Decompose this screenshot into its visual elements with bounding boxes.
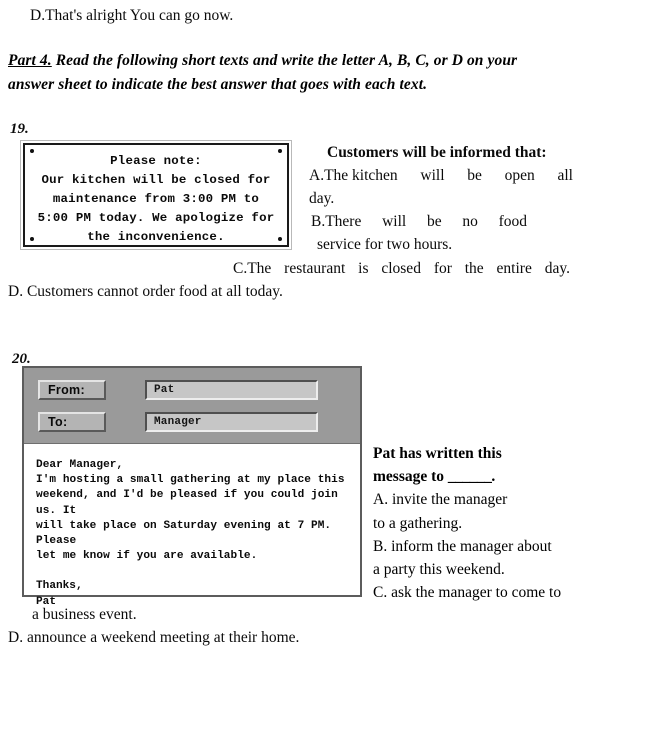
question-20-answer-column: Pat has written this message to ______. … [373,442,653,604]
part-4-text: Read the following short texts and write… [8,52,518,93]
question-19-option-b-line1: B.There will be no food [311,210,527,233]
question-20-option-d: D. announce a weekend meeting at their h… [8,629,300,646]
question-20-answer-blank: ______ [447,468,492,486]
option-c-word-1: restaurant [284,260,346,277]
corner-dot-bottom-right-icon [278,237,282,241]
question-20-option-a-line2: to a gathering. [373,514,463,532]
question-20-stem-line2: message to ______. [373,465,653,488]
question-20-stem-suffix: . [491,468,496,486]
email-from-label: From: [38,380,106,400]
email-message-mockup: From: Pat To: Manager Dear Manager, I'm … [22,366,362,608]
email-to-input[interactable]: Manager [145,412,318,432]
notice-sign-inner-frame: Please note: Our kitchen will be closed … [23,143,289,247]
option-c-word-6: entire [496,260,532,277]
notice-line-4: 5:00 PM today. We apologize for [37,211,275,225]
corner-dot-bottom-left-icon [30,237,34,241]
question-19-option-c: C.The restaurant is closed for the entir… [233,257,570,280]
question-19-option-a-line1: A.The kitchen will be open all [309,164,573,187]
part-4-instruction: Part 4. Read the following short texts a… [8,49,548,97]
option-a-word-0: A.The kitchen [309,167,398,184]
option-a-word-1: will [420,167,445,184]
option-c-word-4: for [433,260,452,277]
option-b-word-3: no [462,213,478,230]
question-20-option-c-line1: C. ask the manager to come to [373,584,562,602]
question-20-option-a-line1: A. invite the manager [373,491,508,509]
option-b-word-1: will [382,213,407,230]
option-c-word-3: closed [381,260,421,277]
option-b-word-2: be [426,213,442,230]
part-4-label: Part 4. [8,52,52,69]
question-20-option-b-line1: B. inform the manager about [373,537,552,555]
option-a-word-2: be [467,167,482,184]
option-c-word-5: the [464,260,484,277]
option-a-word-4: all [557,167,573,184]
option-c-word-7: day. [544,260,570,277]
email-to-label: To: [38,412,106,432]
notice-line-2: Our kitchen will be closed for [41,173,271,187]
notice-text-block: Please note: Our kitchen will be closed … [25,152,287,247]
question-19-number: 19. [10,121,29,137]
notice-line-5: the inconvenience. [87,230,225,244]
corner-dot-top-left-icon [30,149,34,153]
question-20-stem-line1: Pat has written this [373,445,502,462]
question-19-option-d: D. Customers cannot order food at all to… [8,283,283,300]
option-a-word-3: open [504,167,535,184]
notice-line-1: Please note: [110,154,202,168]
question-20-option-c-line2: a business event. [32,606,137,623]
corner-dot-top-right-icon [278,149,282,153]
previous-question-option-d: D.That's alright You can go now. [30,7,234,24]
question-19-stem: Customers will be informed that: [327,144,547,161]
notice-line-3: maintenance from 3:00 PM to [52,192,260,206]
question-20-option-b-line2: a party this weekend. [373,561,505,579]
email-from-input[interactable]: Pat [145,380,318,400]
option-c-word-0: C.The [233,260,272,277]
option-c-word-2: is [358,260,369,277]
kitchen-notice-sign: Please note: Our kitchen will be closed … [20,140,292,250]
question-19-option-a-line2: day. [309,190,335,207]
option-b-word-0: B.There [311,213,362,230]
email-body-text: Dear Manager, I'm hosting a small gather… [36,459,345,563]
question-20-stem-prefix: message to [373,468,448,486]
email-header-panel: From: Pat To: Manager [24,368,360,444]
question-19-option-b-line2: service for two hours. [317,236,453,253]
option-b-word-4: food [498,213,527,230]
